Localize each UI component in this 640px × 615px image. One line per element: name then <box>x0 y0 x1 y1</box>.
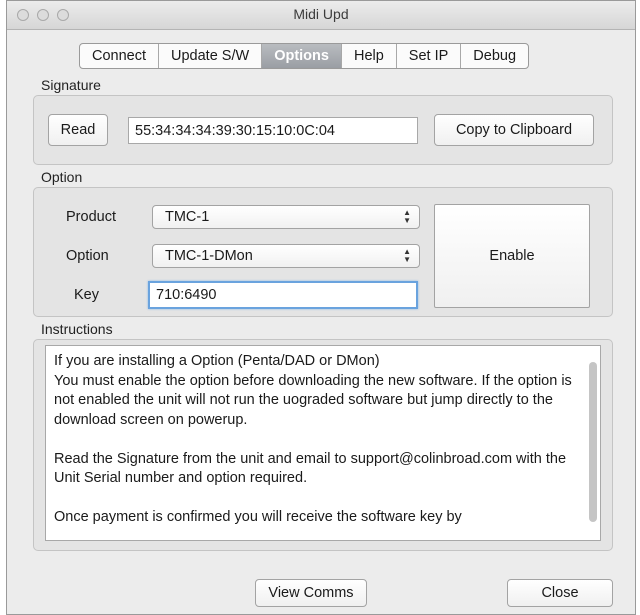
option-select[interactable]: TMC-1-DMon ▲ ▼ <box>152 244 420 268</box>
updown-arrows-icon: ▲ ▼ <box>403 208 411 225</box>
option-selected-value: TMC-1-DMon <box>165 248 253 264</box>
window-title: Midi Upd <box>293 6 349 22</box>
tab-options[interactable]: Options <box>262 44 342 68</box>
product-label: Product <box>66 209 116 225</box>
title-bar: Midi Upd <box>7 1 635 30</box>
product-select[interactable]: TMC-1 ▲ ▼ <box>152 205 420 229</box>
read-button[interactable]: Read <box>48 114 108 146</box>
tab-bar: Connect Update S/W Options Help Set IP D… <box>79 43 530 69</box>
tab-help[interactable]: Help <box>342 44 397 68</box>
option-label: Option <box>66 248 109 264</box>
instructions-group-label: Instructions <box>41 321 113 337</box>
tab-update-sw[interactable]: Update S/W <box>159 44 263 68</box>
key-label: Key <box>74 287 99 303</box>
key-field[interactable]: 710:6490 <box>148 281 418 309</box>
product-selected-value: TMC-1 <box>165 209 210 225</box>
app-window: Midi Upd Connect Update S/W Options Help… <box>6 0 636 615</box>
tab-set-ip[interactable]: Set IP <box>397 44 462 68</box>
instructions-text: If you are installing a Option (Penta/DA… <box>54 353 572 525</box>
tab-debug[interactable]: Debug <box>461 44 528 68</box>
copy-to-clipboard-button[interactable]: Copy to Clipboard <box>434 114 594 146</box>
tab-connect[interactable]: Connect <box>80 44 160 68</box>
enable-button[interactable]: Enable <box>434 204 590 308</box>
signature-group-label: Signature <box>41 77 101 93</box>
updown-arrows-icon: ▲ ▼ <box>403 247 411 264</box>
close-button[interactable]: Close <box>507 579 613 607</box>
option-group-label: Option <box>41 169 83 185</box>
signature-group: Read 55:34:34:34:39:30:15:10:0C:04 Copy … <box>33 95 613 165</box>
signature-field[interactable]: 55:34:34:34:39:30:15:10:0C:04 <box>128 117 418 144</box>
instructions-scrollbar[interactable] <box>589 362 597 522</box>
option-group: Product TMC-1 ▲ ▼ Option TMC-1-DMon ▲ ▼ Ke… <box>33 187 613 317</box>
view-comms-button[interactable]: View Comms <box>255 579 367 607</box>
instructions-text-area[interactable]: If you are installing a Option (Penta/DA… <box>45 345 601 541</box>
